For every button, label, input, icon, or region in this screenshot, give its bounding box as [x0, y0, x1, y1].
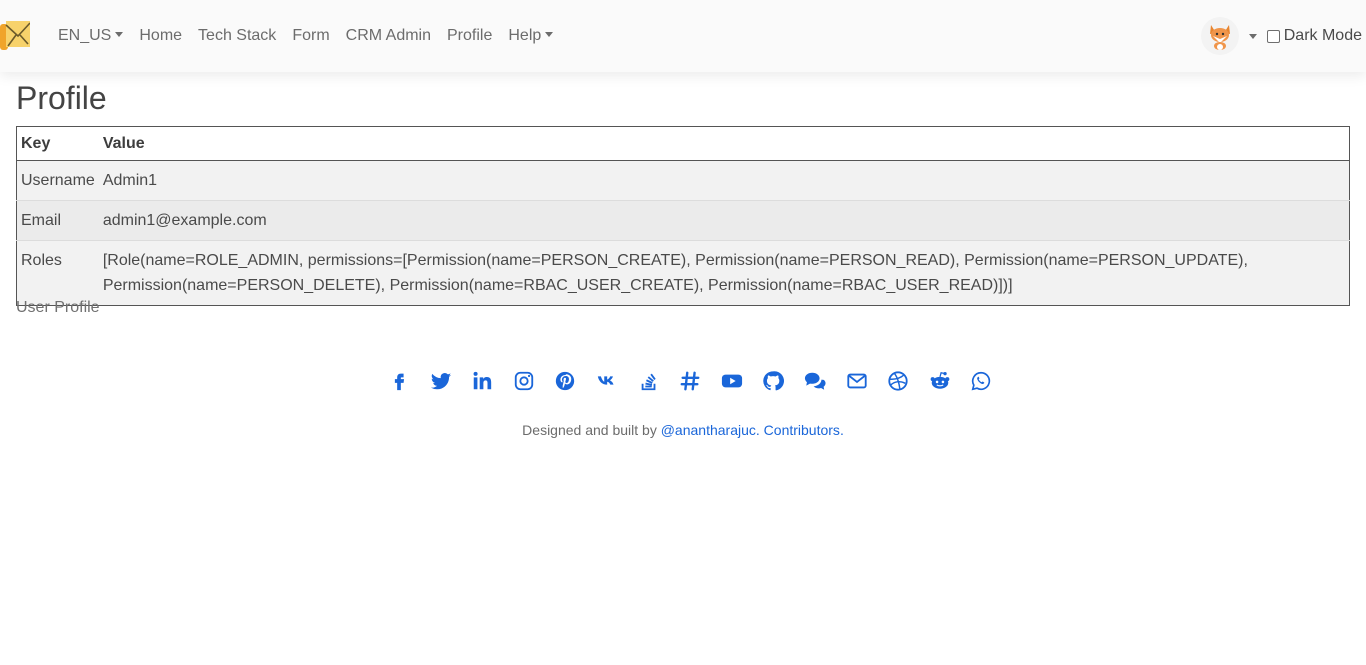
nav-home[interactable]: Home — [139, 27, 182, 45]
help-dropdown[interactable]: Help — [508, 27, 554, 45]
table-caption: User Profile — [16, 299, 100, 316]
table-row: Username Admin1 — [16, 160, 1350, 201]
brand-logo-icon[interactable] — [0, 20, 31, 50]
twitter-icon[interactable] — [428, 368, 454, 394]
table-row: Roles [Role(name=ROLE_ADMIN, permissions… — [16, 240, 1350, 306]
youtube-icon[interactable] — [719, 368, 745, 394]
avatar[interactable] — [1200, 17, 1239, 55]
footer-credit: Designed and built by @anantharajuc. Con… — [0, 422, 1366, 438]
chevron-down-icon — [545, 32, 554, 38]
contributors-link[interactable]: Contributors — [764, 422, 840, 438]
chat-icon[interactable] — [802, 368, 828, 394]
vk-icon[interactable] — [594, 368, 620, 394]
credit-prefix: Designed and built by — [522, 422, 661, 438]
nav-crm-admin[interactable]: CRM Admin — [346, 27, 431, 45]
column-header-value: Value — [98, 126, 1350, 161]
nav-tech-stack[interactable]: Tech Stack — [198, 27, 276, 45]
profile-table: Key Value Username Admin1 Email admin1@e… — [16, 126, 1350, 306]
pinterest-icon[interactable] — [552, 368, 578, 394]
dribbble-icon[interactable] — [885, 368, 911, 394]
column-header-key: Key — [16, 126, 99, 161]
language-dropdown[interactable]: EN_US — [58, 27, 124, 45]
facebook-icon[interactable] — [386, 368, 412, 394]
row-key: Email — [16, 200, 99, 241]
reddit-icon[interactable] — [927, 368, 953, 394]
social-links — [386, 368, 1010, 394]
table-row: Email admin1@example.com — [16, 200, 1350, 241]
row-value: [Role(name=ROLE_ADMIN, permissions=[Perm… — [98, 240, 1350, 306]
dark-mode-checkbox[interactable] — [1266, 29, 1280, 43]
row-value: admin1@example.com — [98, 200, 1350, 241]
dark-mode-label[interactable]: Dark Mode — [1284, 27, 1362, 45]
stackoverflow-icon[interactable] — [636, 368, 662, 394]
nav-profile[interactable]: Profile — [447, 27, 492, 45]
slack-icon[interactable] — [677, 368, 703, 394]
author-link[interactable]: @anantharajuc — [661, 422, 756, 438]
whatsapp-icon[interactable] — [968, 368, 994, 394]
page-title: Profile — [16, 80, 107, 116]
github-icon[interactable] — [760, 368, 786, 394]
top-navbar: EN_US Home Tech Stack Form CRM Admin Pro… — [0, 0, 1366, 72]
email-icon[interactable] — [844, 368, 870, 394]
row-key: Roles — [16, 240, 99, 306]
user-menu-caret-icon[interactable] — [1248, 33, 1257, 39]
row-key: Username — [16, 160, 99, 201]
credit-suffix: . — [839, 422, 844, 438]
instagram-icon[interactable] — [511, 368, 537, 394]
nav-form[interactable]: Form — [292, 27, 329, 45]
fox-avatar-icon — [1209, 25, 1230, 50]
chevron-down-icon — [115, 32, 124, 38]
linkedin-icon[interactable] — [469, 368, 495, 394]
row-value: Admin1 — [98, 160, 1350, 201]
credit-mid: . — [755, 422, 764, 438]
